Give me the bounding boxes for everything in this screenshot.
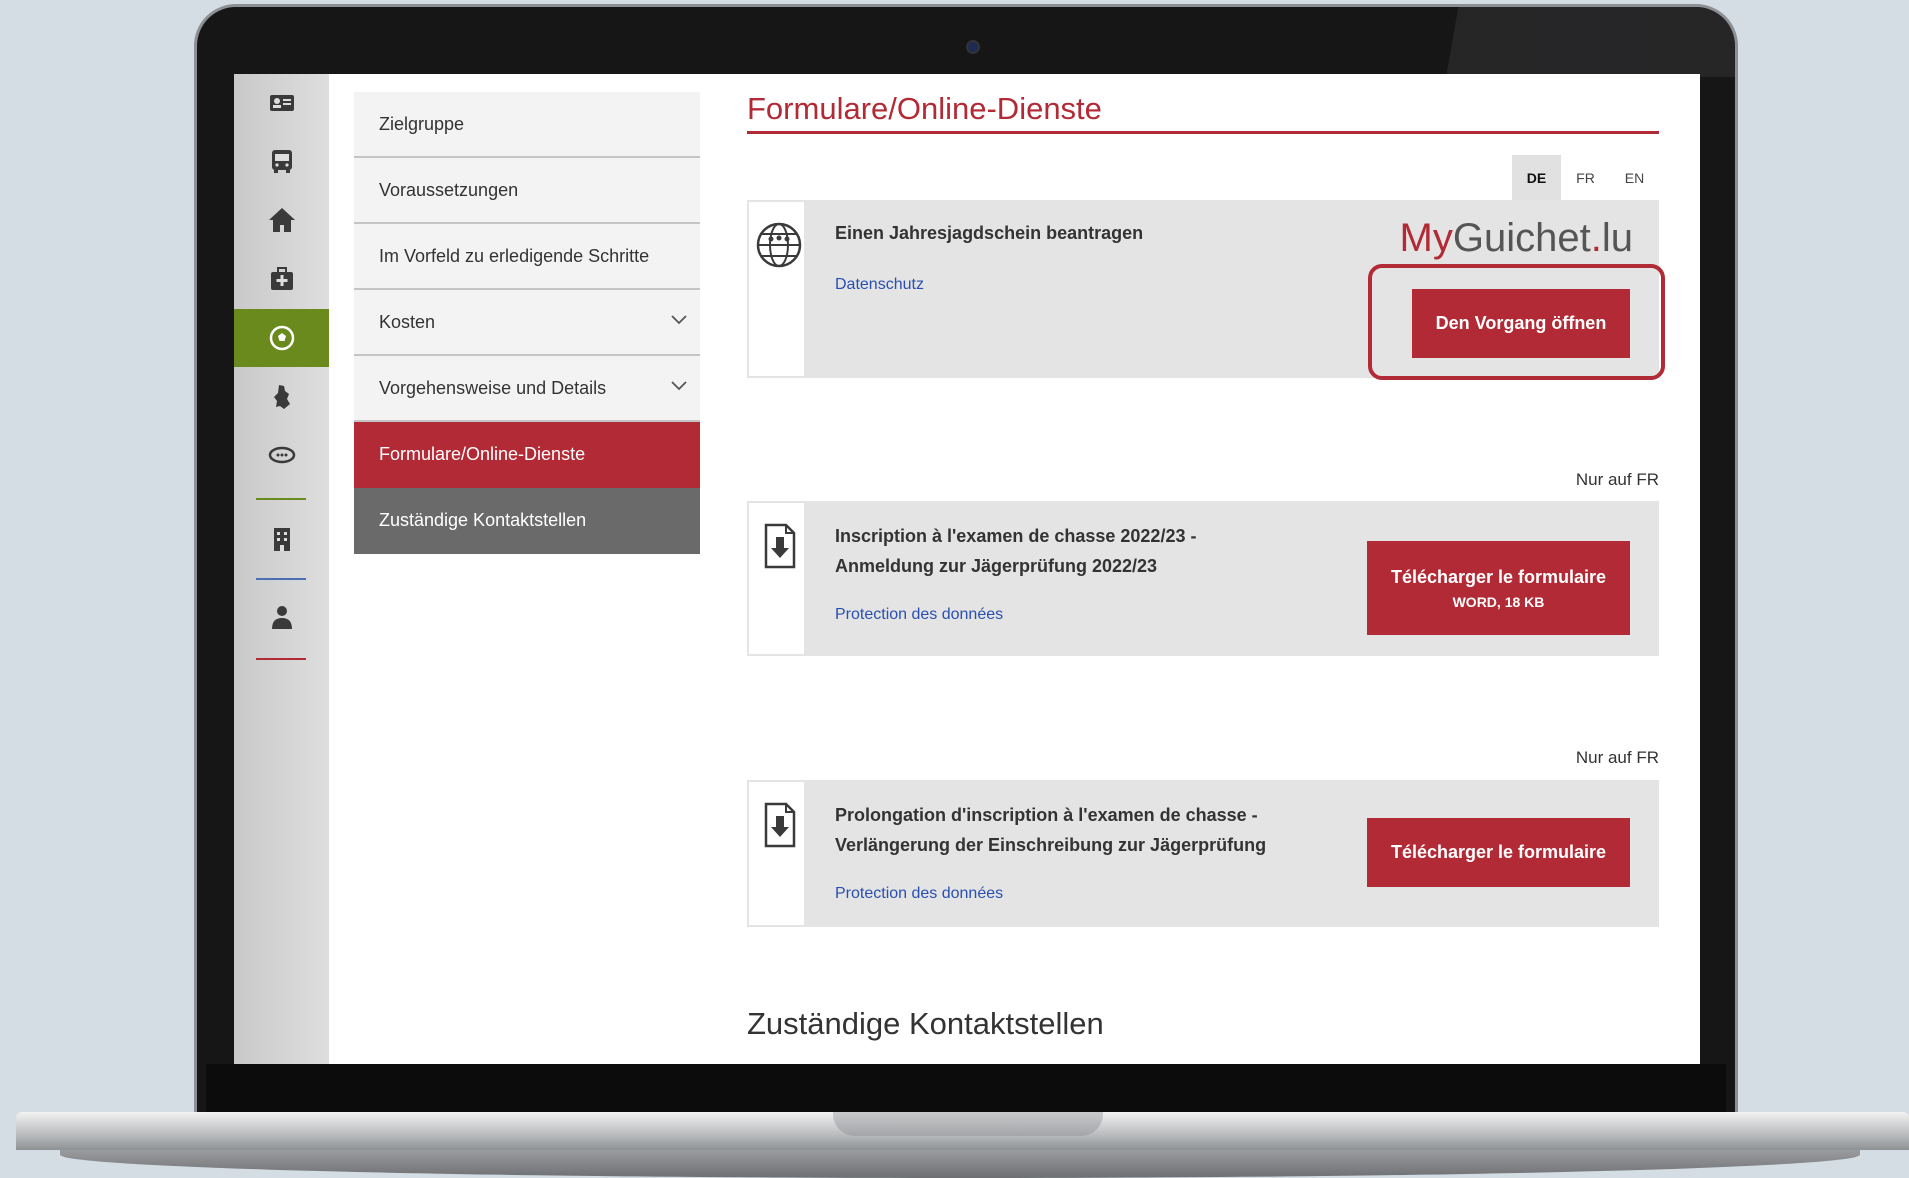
person-icon bbox=[271, 606, 292, 629]
card-title-line: Prolongation d'inscription à l'examen de… bbox=[835, 805, 1258, 825]
lang-en[interactable]: EN bbox=[1610, 155, 1659, 200]
nav-item-label: Zuständige Kontaktstellen bbox=[379, 509, 587, 530]
nav-item-zielgruppe[interactable]: Zielgruppe bbox=[354, 92, 700, 158]
card-title: Einen Jahresjagdschein beantragen bbox=[835, 223, 1144, 243]
card-title: Prolongation d'inscription à l'examen de… bbox=[835, 800, 1335, 860]
form-download-card: Inscription à l'examen de chasse 2022/23… bbox=[747, 501, 1659, 656]
rail-divider bbox=[256, 578, 306, 580]
privacy-link[interactable]: Datenschutz bbox=[835, 276, 924, 294]
button-label: Télécharger le formulaire bbox=[1390, 566, 1607, 587]
webcam bbox=[966, 40, 980, 54]
file-info: WORD, 18 KB bbox=[1452, 593, 1545, 610]
privacy-link[interactable]: Protection des données bbox=[835, 606, 1003, 624]
chevron-down-icon bbox=[671, 315, 687, 325]
nav-item-kosten[interactable]: Kosten bbox=[354, 290, 700, 356]
football-icon bbox=[269, 325, 294, 351]
nav-item-label: Voraussetzungen bbox=[379, 179, 519, 200]
card-icon-box bbox=[747, 200, 806, 378]
logo-part: lu bbox=[1601, 216, 1633, 260]
nav-item-vorfeld[interactable]: Im Vorfeld zu erledigende Schritte bbox=[354, 224, 700, 290]
screen: Zielgruppe Voraussetzungen Im Vorfeld zu… bbox=[234, 74, 1700, 1064]
icon-rail bbox=[234, 74, 329, 1064]
rail-divider bbox=[256, 658, 306, 660]
lid-glare bbox=[1395, 7, 1735, 77]
lang-de[interactable]: DE bbox=[1512, 155, 1561, 200]
logo-part: . bbox=[1590, 216, 1602, 260]
laptop-base-edge bbox=[60, 1150, 1860, 1178]
rail-item-account[interactable] bbox=[234, 588, 329, 646]
language-note: Nur auf FR bbox=[1575, 470, 1659, 489]
nav-item-kontaktstellen[interactable]: Zuständige Kontaktstellen bbox=[354, 488, 700, 554]
bottom-bezel bbox=[206, 1064, 1726, 1116]
section-nav: Zielgruppe Voraussetzungen Im Vorfeld zu… bbox=[354, 92, 700, 554]
section-heading: Zuständige Kontaktstellen bbox=[747, 1006, 1104, 1041]
rail-item-housing[interactable] bbox=[234, 191, 329, 249]
luxembourg-map-icon bbox=[273, 385, 290, 409]
chevron-down-icon bbox=[671, 381, 687, 391]
card-title-line: Anmeldung zur Jägerprüfung 2022/23 bbox=[835, 556, 1158, 576]
card-icon-box bbox=[747, 501, 806, 656]
nav-item-label: Formulare/Online-Dienste bbox=[379, 443, 586, 464]
highlight-frame bbox=[1368, 264, 1665, 380]
bus-icon bbox=[271, 150, 292, 173]
myguichet-logo: MyGuichet.lu bbox=[1400, 216, 1633, 261]
download-form-button[interactable]: Télécharger le formulaire WORD, 18 KB bbox=[1367, 541, 1630, 635]
globe-people-icon bbox=[756, 222, 802, 268]
rail-item-citizen[interactable] bbox=[234, 74, 329, 132]
card-title: Inscription à l'examen de chasse 2022/23… bbox=[835, 521, 1335, 581]
rail-divider bbox=[256, 498, 306, 500]
card-title-line: Inscription à l'examen de chasse 2022/23… bbox=[835, 526, 1197, 546]
medical-kit-icon bbox=[270, 267, 293, 290]
nav-item-label: Zielgruppe bbox=[379, 113, 465, 134]
form-download-card: Prolongation d'inscription à l'examen de… bbox=[747, 780, 1659, 927]
rail-item-health[interactable] bbox=[234, 250, 329, 308]
europe-icon bbox=[268, 446, 295, 464]
page-title: Formulare/Online-Dienste bbox=[747, 91, 1659, 134]
id-card-icon bbox=[269, 95, 294, 111]
download-document-icon bbox=[764, 523, 796, 569]
card-title-line: Verlängerung der Einschreibung zur Jäger… bbox=[835, 835, 1267, 855]
nav-item-label: Im Vorfeld zu erledigende Schritte bbox=[379, 245, 650, 266]
rail-item-europe[interactable] bbox=[234, 426, 329, 484]
building-icon bbox=[273, 528, 290, 551]
download-form-button[interactable]: Télécharger le formulaire bbox=[1367, 818, 1630, 887]
card-icon-box bbox=[747, 780, 806, 927]
rail-item-business[interactable] bbox=[234, 510, 329, 568]
rail-item-luxembourg[interactable] bbox=[234, 368, 329, 426]
nav-item-label: Vorgehensweise und Details bbox=[379, 377, 607, 398]
logo-part: My bbox=[1399, 216, 1453, 260]
lang-fr[interactable]: FR bbox=[1561, 155, 1610, 200]
laptop-notch bbox=[833, 1112, 1103, 1136]
home-icon bbox=[268, 208, 295, 232]
rail-item-transport[interactable] bbox=[234, 132, 329, 190]
language-switcher: DE FR EN bbox=[1512, 155, 1659, 200]
nav-item-voraussetzungen[interactable]: Voraussetzungen bbox=[354, 158, 700, 224]
online-service-card: Einen Jahresjagdschein beantragen Datens… bbox=[747, 200, 1665, 380]
nav-item-label: Kosten bbox=[379, 311, 436, 332]
rail-item-leisure[interactable] bbox=[234, 309, 329, 367]
privacy-link[interactable]: Protection des données bbox=[835, 885, 1003, 903]
download-document-icon bbox=[764, 802, 796, 848]
logo-part: Guichet bbox=[1452, 216, 1591, 260]
nav-item-vorgehensweise[interactable]: Vorgehensweise und Details bbox=[354, 356, 700, 422]
nav-item-formulare[interactable]: Formulare/Online-Dienste bbox=[354, 422, 700, 488]
language-note: Nur auf FR bbox=[1575, 748, 1659, 767]
